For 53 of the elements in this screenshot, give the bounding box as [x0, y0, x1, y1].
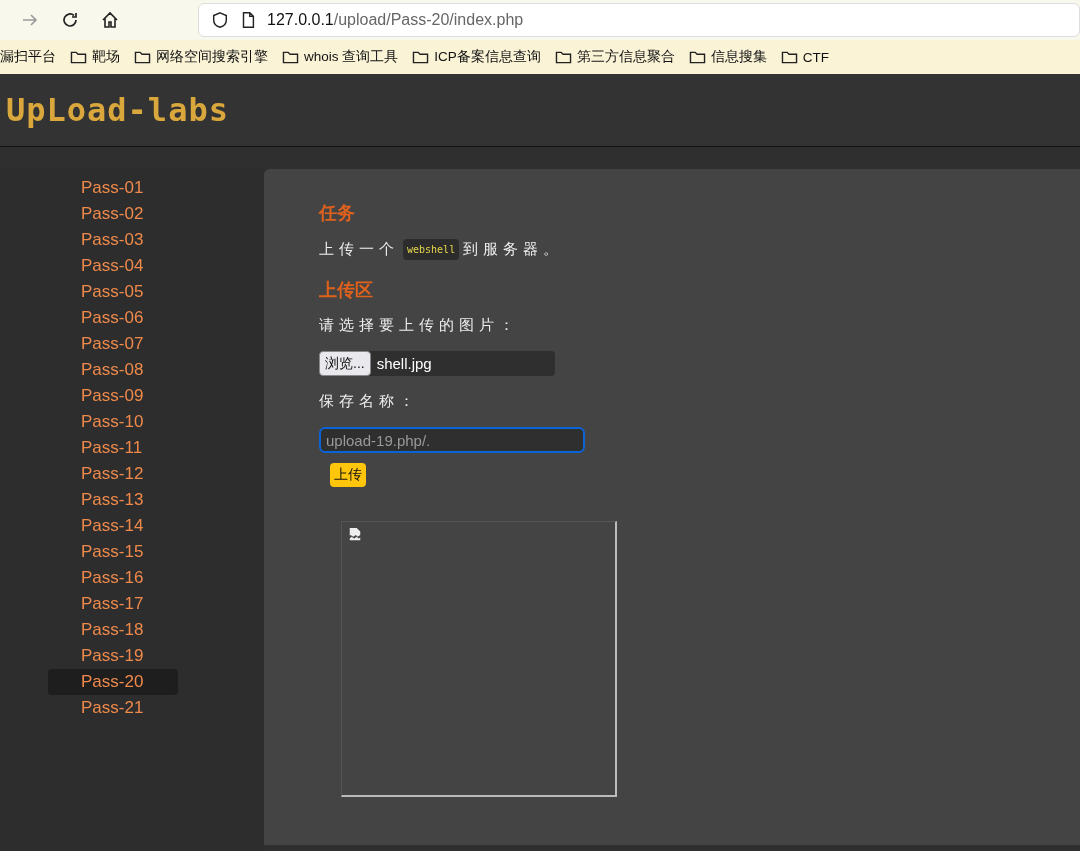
bookmark[interactable]: CTF [780, 49, 830, 65]
sidebar-item[interactable]: Pass-12 [48, 461, 178, 487]
sidebar-item[interactable]: Pass-09 [48, 383, 178, 409]
sidebar-item[interactable]: Pass-15 [48, 539, 178, 565]
shield-icon [211, 11, 229, 29]
sidebar-item[interactable]: Pass-06 [48, 305, 178, 331]
file-input[interactable]: 浏览... shell.jpg [319, 351, 555, 376]
sidebar-item[interactable]: Pass-18 [48, 617, 178, 643]
code-snippet: webshell [403, 239, 460, 260]
sidebar-item[interactable]: Pass-14 [48, 513, 178, 539]
task-text: 到服务器。 [463, 240, 564, 259]
sidebar-item[interactable]: Pass-03 [48, 227, 178, 253]
sidebar-item[interactable]: Pass-04 [48, 253, 178, 279]
sidebar-item[interactable]: Pass-16 [48, 565, 178, 591]
folder-icon [780, 49, 798, 65]
bookmark[interactable]: 信息搜集 [688, 48, 767, 66]
bookmark[interactable]: 漏扫平台 [0, 48, 56, 66]
sidebar-item[interactable]: Pass-07 [48, 331, 178, 357]
field-label: 保存名称： [319, 392, 420, 411]
sidebar-item[interactable]: Pass-19 [48, 643, 178, 669]
sidebar-item[interactable]: Pass-11 [48, 435, 178, 461]
sidebar-item[interactable]: Pass-01 [48, 175, 178, 201]
folder-icon [134, 49, 151, 65]
sidebar-item[interactable]: Pass-13 [48, 487, 178, 513]
input-field[interactable]: upload-19.php/. [319, 427, 585, 453]
home-icon[interactable] [100, 10, 120, 30]
sidebar-item[interactable]: Pass-17 [48, 591, 178, 617]
address-bar[interactable]: 127.0.0.1/upload/Pass-20/index.php [198, 3, 1080, 37]
field-label: 请选择要上传的图片： [319, 316, 520, 335]
folder-icon [412, 49, 430, 65]
broken-image-icon [348, 527, 362, 541]
sidebar-item[interactable]: Pass-08 [48, 357, 178, 383]
folder-icon [688, 49, 706, 65]
sidebar-item[interactable]: Pass-02 [48, 201, 178, 227]
upload-button[interactable]: 上传 [330, 463, 366, 487]
bookmark[interactable]: 靶场 [70, 48, 120, 66]
sidebar-item[interactable]: Pass-05 [48, 279, 178, 305]
folder-icon [70, 49, 87, 65]
folder-icon [282, 49, 299, 65]
logo: UpLoad-labs [6, 91, 229, 129]
section-heading: 任务 [319, 201, 356, 225]
browse-button[interactable]: 浏览... [319, 351, 371, 376]
bookmark[interactable]: 网络空间搜索引擎 [134, 48, 268, 66]
bookmark[interactable]: ICP备案信息查询 [412, 48, 541, 66]
bookmark[interactable]: whois 查询工具 [282, 48, 399, 66]
reload-icon[interactable] [60, 10, 80, 30]
task-text: 上传一个 [319, 240, 399, 259]
bookmark[interactable]: 第三方信息聚合 [554, 48, 675, 66]
sidebar-item[interactable]: Pass-10 [48, 409, 178, 435]
folder-icon [554, 49, 572, 65]
sidebar-item[interactable]: Pass-21 [48, 695, 178, 721]
section-heading: 上传区 [319, 278, 374, 302]
sidebar-item[interactable]: Pass-20 [48, 669, 178, 695]
